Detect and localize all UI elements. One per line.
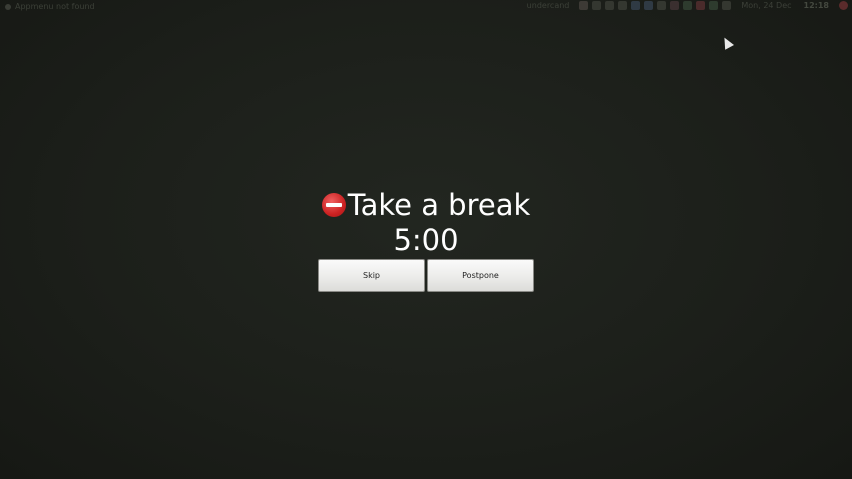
system-tray: undercand Mon, 24 Dec 12:18 bbox=[527, 1, 848, 10]
clipboard-icon[interactable] bbox=[579, 1, 589, 10]
app-menu-status: Appmenu not found bbox=[5, 2, 95, 11]
clock-label[interactable]: 12:18 bbox=[804, 1, 829, 10]
break-title: Take a break bbox=[347, 188, 531, 222]
countdown-timer: 5:00 bbox=[393, 223, 459, 257]
app-menu-label: Appmenu not found bbox=[15, 2, 95, 11]
bluetooth-icon[interactable] bbox=[618, 1, 628, 10]
volume-icon[interactable] bbox=[722, 1, 732, 10]
button-row: Skip Postpone bbox=[318, 259, 534, 292]
mouse-cursor-icon bbox=[720, 35, 734, 50]
network-icon[interactable] bbox=[605, 1, 615, 10]
alert-icon[interactable] bbox=[696, 1, 706, 10]
keyboard-layout-indicator[interactable]: undercand bbox=[527, 1, 570, 10]
update-icon[interactable] bbox=[683, 1, 693, 10]
power-icon[interactable] bbox=[839, 1, 848, 10]
folder-icon[interactable] bbox=[631, 1, 641, 10]
mail-icon[interactable] bbox=[670, 1, 680, 10]
top-panel: Appmenu not found undercand Mon, 24 Dec … bbox=[0, 0, 852, 14]
stop-icon bbox=[321, 193, 346, 217]
postpone-button[interactable]: Postpone bbox=[427, 259, 534, 292]
arrows-icon[interactable] bbox=[592, 1, 602, 10]
battery-icon[interactable] bbox=[709, 1, 719, 10]
skip-button[interactable]: Skip bbox=[318, 259, 425, 292]
app-menu-icon bbox=[5, 3, 11, 10]
wifi-icon[interactable] bbox=[657, 1, 667, 10]
date-label[interactable]: Mon, 24 Dec bbox=[741, 1, 791, 10]
window-icon[interactable] bbox=[644, 1, 654, 10]
break-dialog: Take a break 5:00 Skip Postpone bbox=[318, 187, 534, 292]
break-headline: Take a break bbox=[318, 187, 534, 223]
